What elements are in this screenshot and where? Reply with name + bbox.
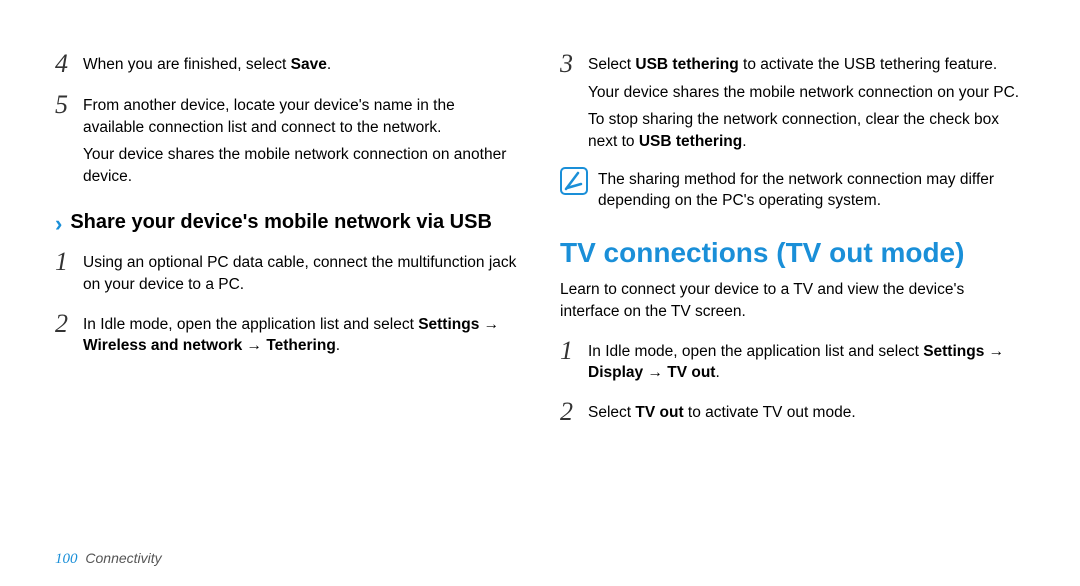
step-text: Select USB tethering to activate the USB…: [588, 50, 1025, 153]
note-text: The sharing method for the network conne…: [598, 167, 1025, 212]
step-number: 3: [560, 50, 588, 153]
usb-step-2: 2 In Idle mode, open the application lis…: [55, 310, 520, 357]
page-number: 100: [55, 551, 78, 567]
chevron-icon: ›: [55, 210, 62, 239]
step-number: 1: [55, 248, 83, 295]
left-column: 4 When you are finished, select Save. 5 …: [55, 50, 520, 439]
step-number: 2: [55, 310, 83, 357]
tv-step-2: 2 Select TV out to activate TV out mode.: [560, 398, 1025, 425]
note-block: The sharing method for the network conne…: [560, 167, 1025, 212]
step-text: Select TV out to activate TV out mode.: [588, 398, 856, 425]
note-icon: [560, 167, 588, 195]
step-4: 4 When you are finished, select Save.: [55, 50, 520, 77]
step-number: 5: [55, 91, 83, 188]
step-text: From another device, locate your device'…: [83, 91, 520, 188]
footer-section: Connectivity: [85, 550, 161, 566]
step-5: 5 From another device, locate your devic…: [55, 91, 520, 188]
step-text: In Idle mode, open the application list …: [83, 310, 520, 357]
step-text: Using an optional PC data cable, connect…: [83, 248, 520, 295]
step-number: 1: [560, 337, 588, 384]
tv-step-1: 1 In Idle mode, open the application lis…: [560, 337, 1025, 384]
step-text: When you are finished, select Save.: [83, 50, 331, 77]
section-title: Share your device's mobile network via U…: [70, 210, 492, 235]
usb-step-1: 1 Using an optional PC data cable, conne…: [55, 248, 520, 295]
page-footer: 100 Connectivity: [55, 550, 162, 568]
right-column: 3 Select USB tethering to activate the U…: [560, 50, 1025, 439]
step-number: 2: [560, 398, 588, 425]
step-number: 4: [55, 50, 83, 77]
section-header-usb: › Share your device's mobile network via…: [55, 210, 520, 239]
tv-heading: TV connections (TV out mode): [560, 237, 1025, 269]
step-text: In Idle mode, open the application list …: [588, 337, 1025, 384]
tv-intro: Learn to connect your device to a TV and…: [560, 279, 1025, 322]
right-step-3: 3 Select USB tethering to activate the U…: [560, 50, 1025, 153]
